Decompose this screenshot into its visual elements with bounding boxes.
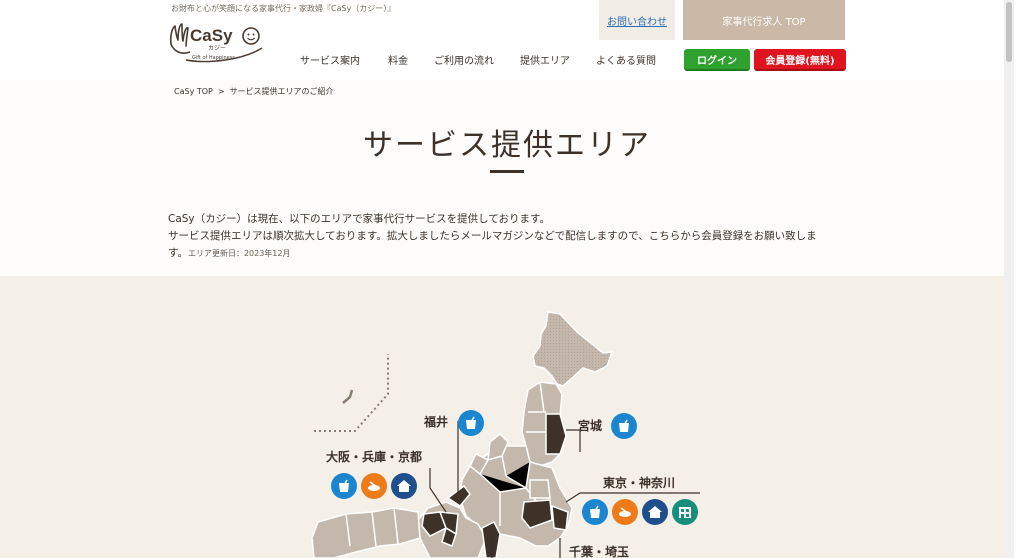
logo-gift: Gift of Happiness bbox=[192, 55, 235, 61]
intro-line-3: す。 bbox=[168, 247, 188, 259]
recruit-button[interactable]: 家事代行求人 TOP bbox=[683, 0, 845, 40]
cleaning-icon bbox=[458, 410, 484, 436]
nav-services[interactable]: サービス案内 bbox=[300, 52, 360, 67]
title-underline bbox=[490, 170, 524, 173]
page-title: サービス提供エリア bbox=[363, 128, 651, 163]
cleaning-icon bbox=[611, 413, 637, 439]
cooking-icon bbox=[612, 499, 638, 525]
update-date: エリア更新日：2023年12月 bbox=[187, 249, 291, 258]
office-icon bbox=[672, 499, 698, 525]
house-icon bbox=[391, 473, 417, 499]
page: お財布と心が笑顔になる家事代行・家政婦『CaSy（カジー）』 CaSy カジー … bbox=[0, 0, 1014, 558]
region-tokyo: 東京・神奈川 bbox=[603, 476, 676, 490]
breadcrumb: CaSy TOP > サービス提供エリアのご紹介 bbox=[174, 86, 334, 97]
breadcrumb-current: サービス提供エリアのご紹介 bbox=[229, 87, 334, 96]
house-icon bbox=[642, 499, 668, 525]
service-area-map: 福井 宮城 大阪・兵庫・京都 東京・神奈川 千葉・埼玉 bbox=[0, 276, 1014, 558]
nav-pricing[interactable]: 料金 bbox=[388, 52, 408, 67]
breadcrumb-home[interactable]: CaSy TOP bbox=[174, 87, 213, 96]
cleaning-icon bbox=[331, 473, 357, 499]
cleaning-icon bbox=[582, 499, 608, 525]
region-fukui: 福井 bbox=[424, 415, 449, 429]
tagline: お財布と心が笑顔になる家事代行・家政婦『CaSy（カジー）』 bbox=[171, 4, 396, 13]
nav-area[interactable]: 提供エリア bbox=[520, 52, 570, 67]
main-nav: サービス案内 料金 ご利用の流れ 提供エリア よくある質問 bbox=[300, 52, 682, 67]
intro-text: CaSy（カジー）は現在、以下のエリアで家事代行サービスを提供しております。 サ… bbox=[168, 211, 858, 262]
contact-link[interactable]: お問い合わせ bbox=[599, 0, 675, 40]
region-chiba: 千葉・埼玉 bbox=[569, 545, 630, 558]
logo-sub: カジー bbox=[208, 45, 227, 52]
scrollbar-thumb[interactable] bbox=[1006, 2, 1012, 62]
cooking-icon bbox=[361, 473, 387, 499]
intro-line-2: サービス提供エリアは順次拡大しております。拡大しましたらメールマガジンなどで配信… bbox=[168, 230, 817, 242]
japan-map-icon bbox=[311, 311, 700, 558]
casy-logo[interactable]: CaSy カジー Gift of Happiness bbox=[168, 22, 268, 64]
login-button[interactable]: ログイン bbox=[684, 49, 750, 71]
nav-faq[interactable]: よくある質問 bbox=[596, 52, 656, 67]
scrollbar[interactable] bbox=[1004, 0, 1014, 558]
site-header: お財布と心が笑顔になる家事代行・家政婦『CaSy（カジー）』 CaSy カジー … bbox=[0, 0, 1014, 80]
breadcrumb-separator: > bbox=[217, 87, 225, 96]
region-kansai: 大阪・兵庫・京都 bbox=[326, 450, 423, 464]
region-miyagi: 宮城 bbox=[578, 419, 603, 433]
register-button[interactable]: 会員登録(無料) bbox=[754, 49, 846, 71]
nav-flow[interactable]: ご利用の流れ bbox=[434, 52, 494, 67]
intro-line-1: CaSy（カジー）は現在、以下のエリアで家事代行サービスを提供しております。 bbox=[168, 213, 550, 225]
